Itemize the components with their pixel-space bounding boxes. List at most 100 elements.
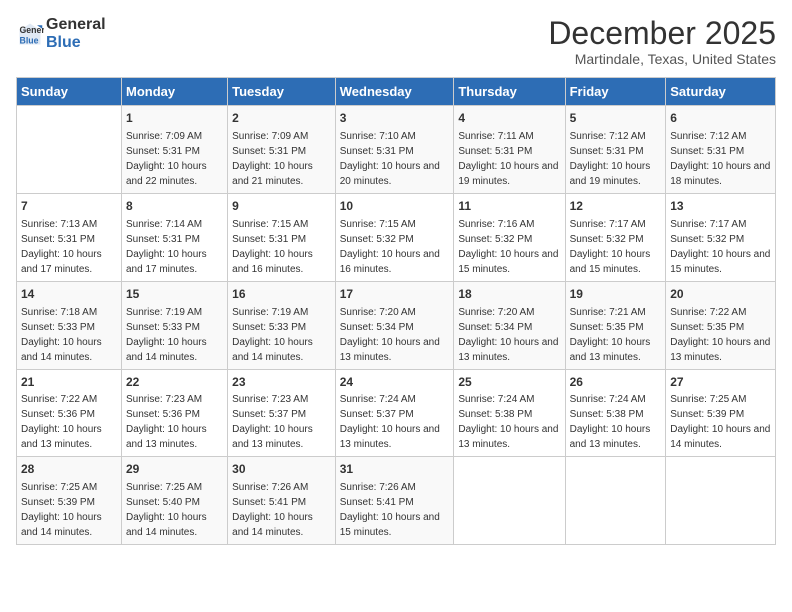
page-subtitle: Martindale, Texas, United States (548, 51, 776, 67)
calendar-week-2: 7Sunrise: 7:13 AMSunset: 5:31 PMDaylight… (17, 193, 776, 281)
sunset-text: Sunset: 5:40 PM (126, 495, 223, 510)
logo: General Blue General Blue (16, 16, 106, 51)
cell-sun-info: Sunrise: 7:24 AMSunset: 5:37 PMDaylight:… (340, 392, 450, 452)
cell-sun-info: Sunrise: 7:23 AMSunset: 5:36 PMDaylight:… (126, 392, 223, 452)
header-friday: Friday (565, 78, 666, 106)
cell-sun-info: Sunrise: 7:25 AMSunset: 5:39 PMDaylight:… (670, 392, 771, 452)
daylight-text: Daylight: 10 hours and 13 minutes. (340, 335, 450, 365)
sunset-text: Sunset: 5:41 PM (340, 495, 450, 510)
calendar-cell: 27Sunrise: 7:25 AMSunset: 5:39 PMDayligh… (666, 369, 776, 457)
cell-sun-info: Sunrise: 7:26 AMSunset: 5:41 PMDaylight:… (340, 480, 450, 540)
sunrise-text: Sunrise: 7:17 AM (670, 217, 771, 232)
calendar-cell (17, 106, 122, 194)
header-tuesday: Tuesday (228, 78, 336, 106)
calendar-cell: 1Sunrise: 7:09 AMSunset: 5:31 PMDaylight… (121, 106, 227, 194)
day-number: 21 (21, 374, 117, 391)
calendar-cell: 11Sunrise: 7:16 AMSunset: 5:32 PMDayligh… (454, 193, 565, 281)
calendar-cell: 18Sunrise: 7:20 AMSunset: 5:34 PMDayligh… (454, 281, 565, 369)
calendar-cell: 14Sunrise: 7:18 AMSunset: 5:33 PMDayligh… (17, 281, 122, 369)
sunrise-text: Sunrise: 7:15 AM (232, 217, 331, 232)
day-number: 16 (232, 286, 331, 303)
sunset-text: Sunset: 5:31 PM (232, 232, 331, 247)
day-number: 23 (232, 374, 331, 391)
header-sunday: Sunday (17, 78, 122, 106)
sunset-text: Sunset: 5:31 PM (232, 144, 331, 159)
daylight-text: Daylight: 10 hours and 13 minutes. (126, 422, 223, 452)
daylight-text: Daylight: 10 hours and 14 minutes. (21, 510, 117, 540)
sunset-text: Sunset: 5:34 PM (458, 320, 560, 335)
sunrise-text: Sunrise: 7:13 AM (21, 217, 117, 232)
cell-sun-info: Sunrise: 7:10 AMSunset: 5:31 PMDaylight:… (340, 129, 450, 189)
day-number: 14 (21, 286, 117, 303)
day-number: 30 (232, 461, 331, 478)
sunset-text: Sunset: 5:32 PM (670, 232, 771, 247)
calendar-cell: 9Sunrise: 7:15 AMSunset: 5:31 PMDaylight… (228, 193, 336, 281)
cell-sun-info: Sunrise: 7:25 AMSunset: 5:39 PMDaylight:… (21, 480, 117, 540)
cell-sun-info: Sunrise: 7:17 AMSunset: 5:32 PMDaylight:… (570, 217, 662, 277)
daylight-text: Daylight: 10 hours and 13 minutes. (570, 335, 662, 365)
sunrise-text: Sunrise: 7:23 AM (232, 392, 331, 407)
sunrise-text: Sunrise: 7:24 AM (340, 392, 450, 407)
calendar-cell (565, 457, 666, 545)
daylight-text: Daylight: 10 hours and 15 minutes. (458, 247, 560, 277)
day-number: 5 (570, 110, 662, 127)
sunrise-text: Sunrise: 7:16 AM (458, 217, 560, 232)
svg-text:Blue: Blue (20, 35, 39, 45)
calendar-cell (666, 457, 776, 545)
sunrise-text: Sunrise: 7:19 AM (126, 305, 223, 320)
day-number: 6 (670, 110, 771, 127)
sunrise-text: Sunrise: 7:25 AM (126, 480, 223, 495)
day-number: 2 (232, 110, 331, 127)
daylight-text: Daylight: 10 hours and 14 minutes. (232, 510, 331, 540)
calendar-cell: 5 Sunrise: 7:12 AMSunset: 5:31 PMDaylight… (565, 106, 666, 194)
daylight-text: Daylight: 10 hours and 13 minutes. (458, 335, 560, 365)
sunset-text: Sunset: 5:35 PM (570, 320, 662, 335)
daylight-text: Daylight: 10 hours and 22 minutes. (126, 159, 223, 189)
daylight-text: Daylight: 10 hours and 18 minutes. (670, 159, 771, 189)
cell-sun-info: Sunrise: 7:15 AMSunset: 5:32 PMDaylight:… (340, 217, 450, 277)
sunset-text: Sunset: 5:31 PM (458, 144, 560, 159)
daylight-text: Daylight: 10 hours and 14 minutes. (126, 335, 223, 365)
cell-sun-info: Sunrise: 7:11 AMSunset: 5:31 PMDaylight:… (458, 129, 560, 189)
day-number: 24 (340, 374, 450, 391)
calendar-cell: 20Sunrise: 7:22 AMSunset: 5:35 PMDayligh… (666, 281, 776, 369)
sunset-text: Sunset: 5:33 PM (126, 320, 223, 335)
calendar-cell: 28Sunrise: 7:25 AMSunset: 5:39 PMDayligh… (17, 457, 122, 545)
calendar-cell: 6 Sunrise: 7:12 AMSunset: 5:31 PMDaylight… (666, 106, 776, 194)
sunrise-text: Sunrise: 7:21 AM (570, 305, 662, 320)
calendar-cell: 16Sunrise: 7:19 AMSunset: 5:33 PMDayligh… (228, 281, 336, 369)
calendar-table: SundayMondayTuesdayWednesdayThursdayFrid… (16, 77, 776, 545)
cell-sun-info: Sunrise: 7:12 AMSunset: 5:31 PMDaylight:… (670, 129, 771, 189)
calendar-cell: 4Sunrise: 7:11 AMSunset: 5:31 PMDaylight… (454, 106, 565, 194)
calendar-week-4: 21Sunrise: 7:22 AMSunset: 5:36 PMDayligh… (17, 369, 776, 457)
sunset-text: Sunset: 5:32 PM (458, 232, 560, 247)
page-title: December 2025 (548, 16, 776, 51)
day-number: 25 (458, 374, 560, 391)
title-block: December 2025 Martindale, Texas, United … (548, 16, 776, 67)
sunrise-text: Sunrise: 7:26 AM (232, 480, 331, 495)
daylight-text: Daylight: 10 hours and 19 minutes. (570, 159, 662, 189)
calendar-cell: 2Sunrise: 7:09 AMSunset: 5:31 PMDaylight… (228, 106, 336, 194)
sunrise-text: Sunrise: 7:20 AM (458, 305, 560, 320)
calendar-cell: 26Sunrise: 7:24 AMSunset: 5:38 PMDayligh… (565, 369, 666, 457)
daylight-text: Daylight: 10 hours and 13 minutes. (458, 422, 560, 452)
cell-sun-info: Sunrise: 7:24 AMSunset: 5:38 PMDaylight:… (458, 392, 560, 452)
sunset-text: Sunset: 5:36 PM (21, 407, 117, 422)
cell-sun-info: Sunrise: 7:12 AMSunset: 5:31 PMDaylight:… (570, 129, 662, 189)
daylight-text: Daylight: 10 hours and 16 minutes. (232, 247, 331, 277)
day-number: 3 (340, 110, 450, 127)
sunset-text: Sunset: 5:32 PM (340, 232, 450, 247)
daylight-text: Daylight: 10 hours and 17 minutes. (126, 247, 223, 277)
daylight-text: Daylight: 10 hours and 13 minutes. (670, 335, 771, 365)
calendar-cell: 10Sunrise: 7:15 AMSunset: 5:32 PMDayligh… (335, 193, 454, 281)
day-number: 15 (126, 286, 223, 303)
sunset-text: Sunset: 5:38 PM (570, 407, 662, 422)
daylight-text: Daylight: 10 hours and 14 minutes. (21, 335, 117, 365)
calendar-cell: 13Sunrise: 7:17 AMSunset: 5:32 PMDayligh… (666, 193, 776, 281)
sunrise-text: Sunrise: 7:25 AM (670, 392, 771, 407)
cell-sun-info: Sunrise: 7:20 AMSunset: 5:34 PMDaylight:… (458, 305, 560, 365)
logo-line1: General (46, 16, 106, 34)
daylight-text: Daylight: 10 hours and 13 minutes. (340, 422, 450, 452)
day-number: 29 (126, 461, 223, 478)
sunrise-text: Sunrise: 7:19 AM (232, 305, 331, 320)
